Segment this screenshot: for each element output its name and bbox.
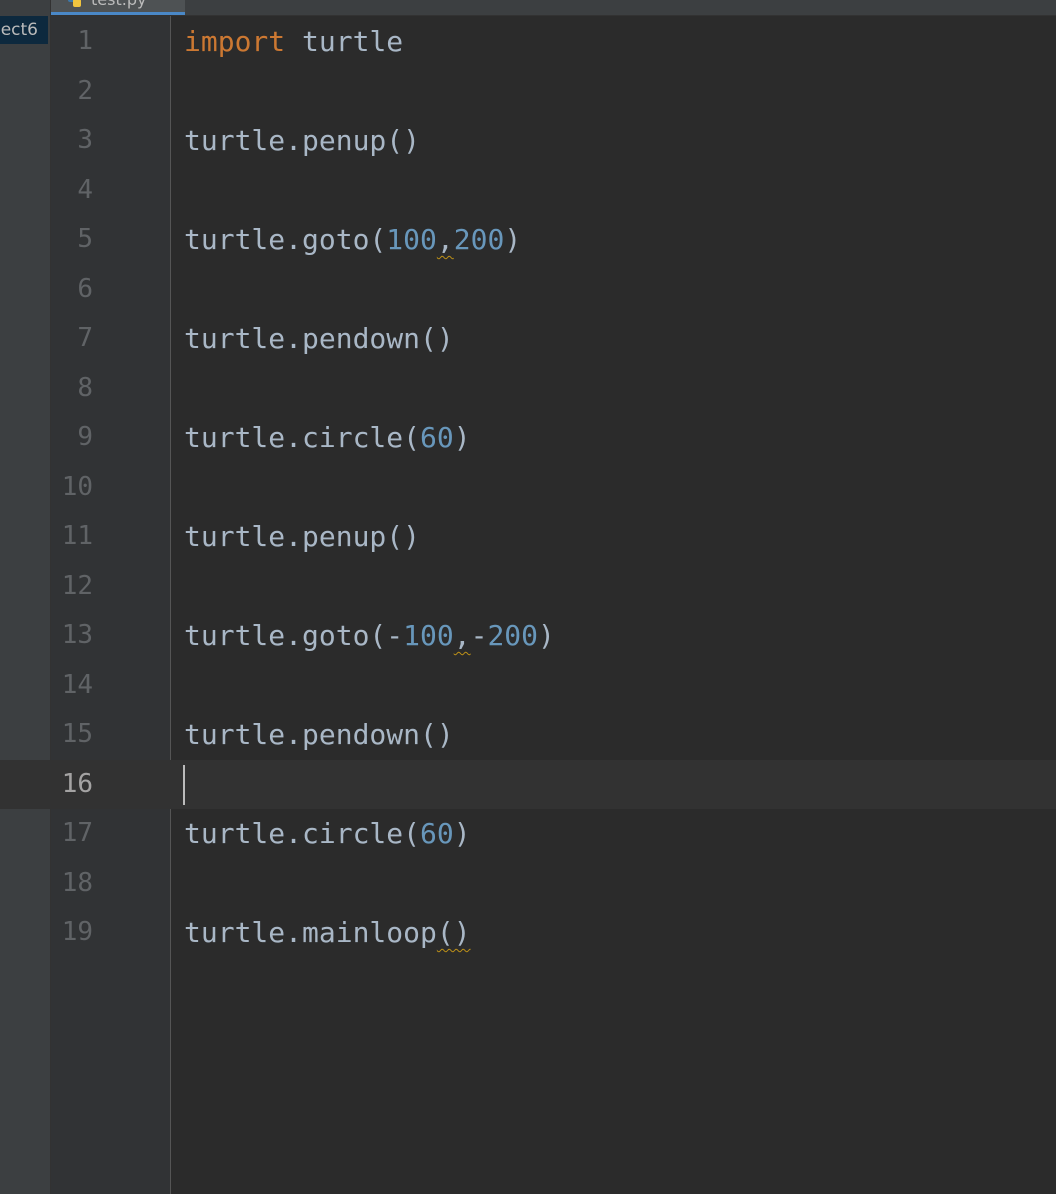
line-number: 2 xyxy=(77,75,93,106)
line-number: 14 xyxy=(61,669,93,700)
code-line[interactable] xyxy=(0,364,1056,414)
tab-test-py[interactable]: test.py xyxy=(51,0,185,15)
code-token: ) xyxy=(504,223,522,256)
number-token: 60 xyxy=(420,421,454,454)
line-number: 6 xyxy=(77,273,93,304)
code-token: turtle.pendown() xyxy=(184,718,454,751)
code-text: turtle.circle(60) xyxy=(184,809,471,859)
code-line[interactable] xyxy=(0,463,1056,513)
code-line[interactable] xyxy=(0,166,1056,216)
code-line[interactable] xyxy=(0,17,1056,67)
line-number: 7 xyxy=(77,323,93,353)
line-number: 11 xyxy=(61,521,93,551)
line-number: 10 xyxy=(61,471,93,502)
code-line[interactable] xyxy=(0,661,1056,711)
code-token: ) xyxy=(453,817,471,850)
code-text: turtle.pendown() xyxy=(184,710,454,760)
code-token: turtle.mainloop xyxy=(184,916,437,949)
line-number: 13 xyxy=(61,620,93,650)
code-token: turtle.goto( xyxy=(184,223,387,256)
code-line[interactable] xyxy=(0,215,1056,265)
line-number: 17 xyxy=(61,818,93,848)
code-token: turtle.circle( xyxy=(184,817,421,850)
line-number: 19 xyxy=(61,917,93,947)
code-token: turtle.pendown() xyxy=(184,322,454,355)
current-line-highlight[interactable] xyxy=(0,759,1056,809)
warning-token: , xyxy=(436,223,454,256)
code-token: turtle.penup() xyxy=(184,124,421,157)
line-number: 12 xyxy=(61,570,93,601)
code-line[interactable] xyxy=(0,265,1056,315)
code-text: turtle.goto(100,200) xyxy=(184,215,521,265)
code-text: turtle.penup() xyxy=(184,116,420,166)
number-token: 200 xyxy=(453,223,505,256)
code-line[interactable] xyxy=(0,67,1056,117)
code-text: turtle.penup() xyxy=(184,512,420,562)
warning-token: () xyxy=(436,916,471,949)
editor-tab-bar: test.py xyxy=(51,0,1056,16)
code-line[interactable] xyxy=(0,710,1056,760)
code-line[interactable] xyxy=(0,413,1056,463)
code-text: turtle.mainloop() xyxy=(184,908,471,958)
tab-label: test.py xyxy=(91,0,146,9)
line-number: 4 xyxy=(77,174,93,205)
code-text: turtle.circle(60) xyxy=(184,413,471,463)
code-line[interactable] xyxy=(0,116,1056,166)
code-token: ) xyxy=(453,421,471,454)
code-token: ) xyxy=(538,619,555,652)
code-line[interactable] xyxy=(0,314,1056,364)
line-number: 15 xyxy=(61,719,93,749)
code-token: turtle.circle( xyxy=(184,421,421,454)
keyword-token: import xyxy=(184,25,286,58)
warning-token: , xyxy=(453,619,471,652)
line-number: 1 xyxy=(77,26,93,56)
code-line[interactable] xyxy=(0,512,1056,562)
line-number: 8 xyxy=(77,372,93,403)
python-file-icon xyxy=(68,0,81,7)
code-text: import turtle xyxy=(184,17,403,67)
code-line[interactable] xyxy=(0,562,1056,612)
code-text: turtle.goto(-100,-200) xyxy=(184,611,555,661)
number-token: 100 xyxy=(403,619,454,652)
line-number: 16 xyxy=(61,768,93,799)
number-token: 60 xyxy=(420,817,454,850)
line-number: 18 xyxy=(61,867,93,898)
text-caret xyxy=(183,764,185,805)
code-line[interactable] xyxy=(0,859,1056,909)
code-token: turtle.goto(- xyxy=(184,619,404,652)
code-token: turtle.penup() xyxy=(184,520,421,553)
line-number: 9 xyxy=(77,422,93,452)
number-token: 100 xyxy=(386,223,437,256)
code-line[interactable] xyxy=(0,809,1056,859)
line-number: 5 xyxy=(77,224,93,254)
code-token: turtle xyxy=(285,25,404,58)
line-number: 3 xyxy=(77,125,93,155)
number-token: 200 xyxy=(487,619,539,652)
code-token: - xyxy=(470,619,488,652)
code-text: turtle.pendown() xyxy=(184,314,454,364)
code-line[interactable] xyxy=(0,908,1056,958)
